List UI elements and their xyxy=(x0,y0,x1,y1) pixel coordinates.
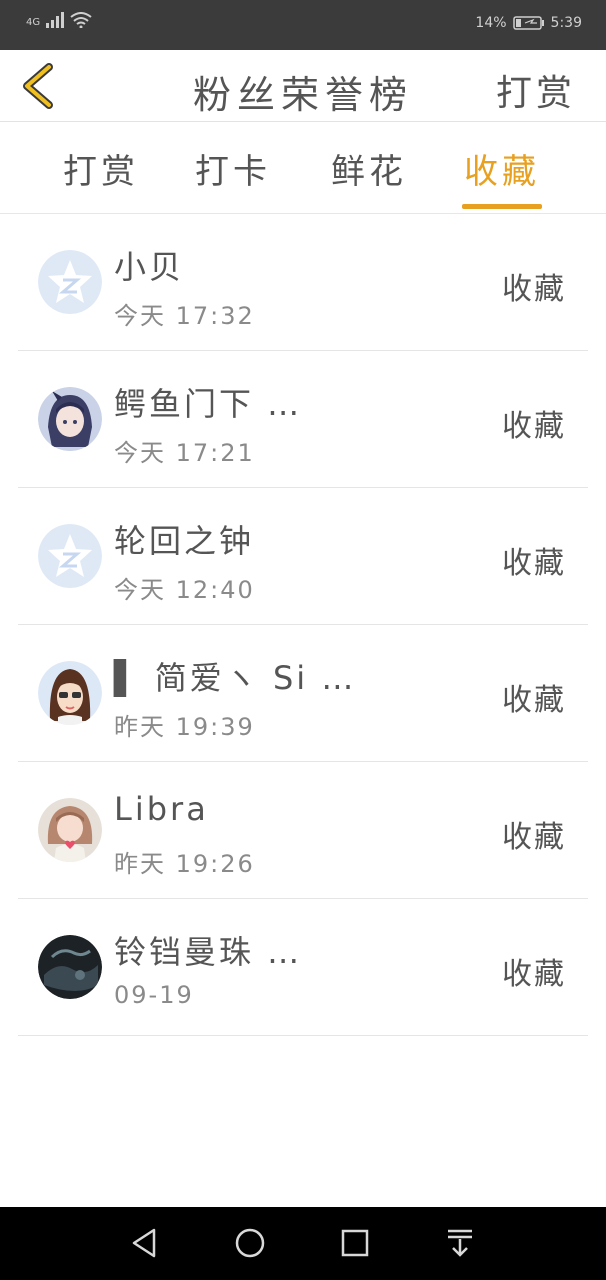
tab-favorites[interactable]: 收藏 xyxy=(447,144,557,193)
nav-notifications-button[interactable] xyxy=(442,1225,478,1261)
circle-home-icon xyxy=(235,1228,265,1258)
nav-back-button[interactable] xyxy=(126,1225,162,1261)
avatar xyxy=(38,661,102,725)
system-nav-bar xyxy=(0,1207,606,1280)
user-name: ▌ 简爱ヽ Si … xyxy=(114,659,357,697)
list-item[interactable]: Libra 昨天 19:26 收藏 xyxy=(18,762,588,899)
signal-icon xyxy=(46,12,65,28)
battery-icon xyxy=(512,16,544,30)
avatar xyxy=(38,250,102,314)
avatar xyxy=(38,798,102,862)
action-label: 收藏 xyxy=(502,546,566,581)
header: 粉丝荣誉榜 打赏 xyxy=(0,50,606,122)
square-recents-icon xyxy=(341,1229,369,1257)
tab-bar: 打赏 打卡 鲜花 收藏 xyxy=(0,122,606,214)
action-label: 收藏 xyxy=(502,409,566,444)
user-name: 鳄鱼门下 … xyxy=(114,385,303,423)
wifi-icon xyxy=(70,12,92,28)
network-type: 4G xyxy=(26,17,41,28)
list-item[interactable]: 铃铛曼珠 … 09-19 收藏 xyxy=(18,899,588,1036)
user-name: 小贝 xyxy=(114,248,185,286)
timestamp: 昨天 19:26 xyxy=(114,850,255,878)
timestamp: 今天 17:21 xyxy=(114,439,255,467)
tab-reward[interactable]: 打赏 xyxy=(46,144,156,193)
action-label: 收藏 xyxy=(502,957,566,992)
triangle-back-icon xyxy=(132,1228,156,1258)
status-bar: 4G 14% 5:39 xyxy=(0,0,606,50)
nav-recents-button[interactable] xyxy=(337,1225,373,1261)
avatar xyxy=(38,524,102,588)
clock: 5:39 xyxy=(550,15,582,31)
list-item[interactable]: 小贝 今天 17:32 收藏 xyxy=(18,214,588,351)
list-item[interactable]: 轮回之钟 今天 12:40 收藏 xyxy=(18,488,588,625)
dark-photo-avatar-icon xyxy=(38,935,102,999)
tab-flowers[interactable]: 鲜花 xyxy=(314,144,424,193)
active-tab-indicator xyxy=(462,204,542,209)
battery-percent: 14% xyxy=(475,15,507,31)
avatar xyxy=(38,387,102,451)
timestamp: 昨天 19:39 xyxy=(114,713,255,741)
user-name: 轮回之钟 xyxy=(114,522,255,560)
list-item[interactable]: ▌ 简爱ヽ Si … 昨天 19:39 收藏 xyxy=(18,625,588,762)
user-name: 铃铛曼珠 … xyxy=(114,933,303,971)
tab-checkin[interactable]: 打卡 xyxy=(178,144,288,193)
user-name: Libra xyxy=(114,790,209,828)
avatar xyxy=(38,935,102,999)
timestamp: 今天 12:40 xyxy=(114,576,255,604)
action-label: 收藏 xyxy=(502,820,566,855)
status-right: 14% 5:39 xyxy=(475,15,582,31)
action-label: 收藏 xyxy=(502,683,566,718)
default-star-avatar-icon xyxy=(38,524,102,588)
fan-list: 小贝 今天 17:32 收藏 鳄鱼门下 … 今天 17:21 收藏 轮回之钟 今… xyxy=(18,214,588,1036)
timestamp: 09-19 xyxy=(114,981,194,1009)
timestamp: 今天 17:32 xyxy=(114,302,255,330)
girl-heart-avatar-icon xyxy=(38,798,102,862)
anime-girl-avatar-icon xyxy=(38,387,102,451)
default-star-avatar-icon xyxy=(38,250,102,314)
reward-button[interactable]: 打赏 xyxy=(496,64,576,116)
pull-down-icon xyxy=(448,1229,472,1257)
girl-sunglasses-avatar-icon xyxy=(38,661,102,725)
nav-home-button[interactable] xyxy=(232,1225,268,1261)
status-left: 4G xyxy=(26,12,92,28)
action-label: 收藏 xyxy=(502,272,566,307)
list-item[interactable]: 鳄鱼门下 … 今天 17:21 收藏 xyxy=(18,351,588,488)
